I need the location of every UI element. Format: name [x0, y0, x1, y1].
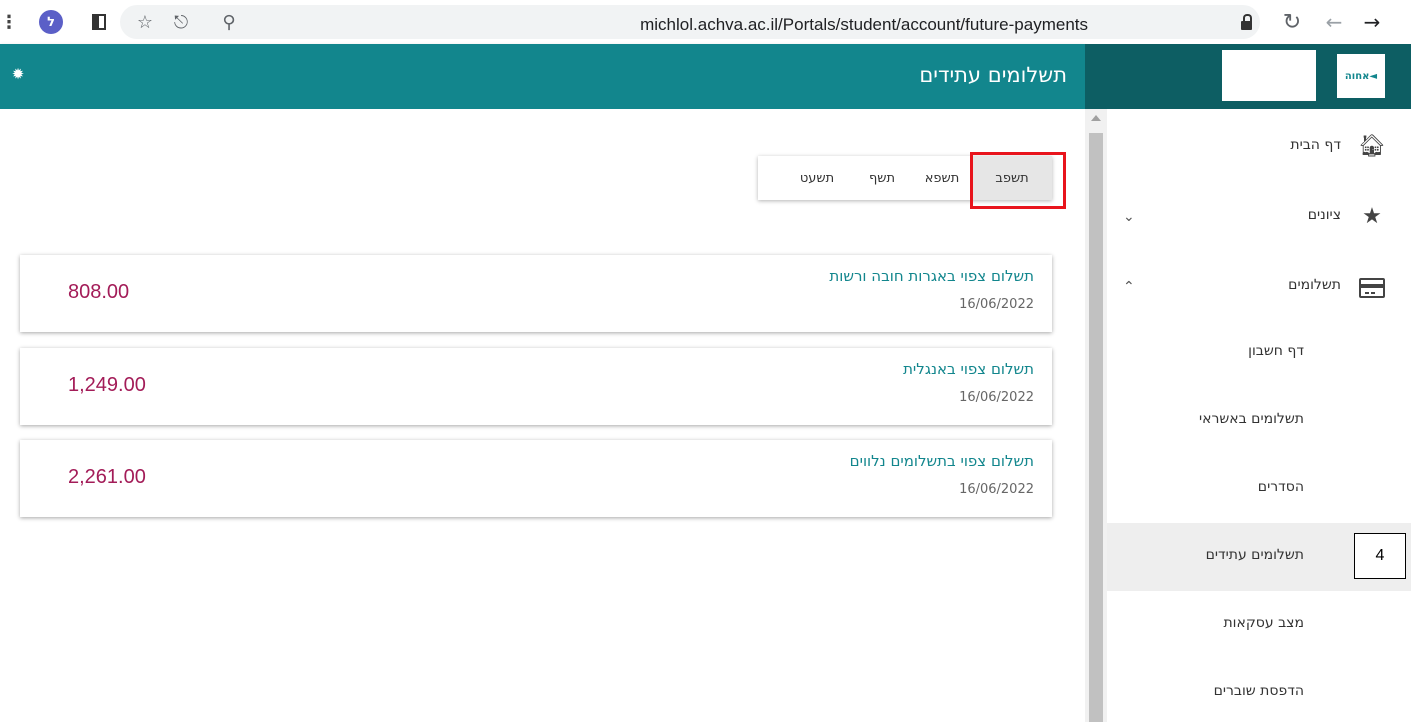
address-bar[interactable]: michlol.achva.ac.il/Portals/student/acco…	[120, 5, 1260, 39]
gear-icon[interactable]: ✹	[10, 65, 26, 83]
sidebar-subitem-label: דף חשבון	[1248, 343, 1304, 359]
payment-date: 16/06/2022	[959, 390, 1034, 405]
extension-badge: ל	[39, 10, 63, 34]
sidebar-subitem-label: מצב עסקאות	[1223, 615, 1304, 631]
side-panel-icon[interactable]	[88, 8, 110, 36]
scroll-thumb[interactable]	[1089, 133, 1103, 722]
payment-card[interactable]: תשלום צפוי בתשלומים נלווים 16/06/2022 2,…	[20, 440, 1052, 517]
payment-title: תשלום צפוי בתשלומים נלווים	[849, 452, 1034, 470]
payment-title: תשלום צפוי באנגלית	[903, 360, 1034, 378]
credit-card-icon	[1359, 275, 1385, 301]
zoom-icon[interactable]: ⚲	[218, 8, 240, 36]
star-icon: ★	[1362, 203, 1382, 229]
lock-icon[interactable]	[1236, 8, 1256, 36]
user-info-box	[1222, 50, 1316, 101]
sidebar-subitem[interactable]: דף חשבון	[1107, 319, 1411, 387]
sidebar-item-home[interactable]: 🏠︎ דף הבית	[1107, 109, 1411, 181]
payment-amount: 808.00	[68, 281, 130, 303]
header-bar: ✹ תשלומים עתידים	[0, 44, 1085, 109]
sidebar-item-grades[interactable]: ★ ציונים ⌄	[1107, 181, 1411, 253]
browser-toolbar: ⋮ ל michlol.achva.ac.il/Portals/student/…	[0, 0, 1411, 44]
highlight-annotation	[970, 152, 1066, 209]
sidebar: 🏠︎ דף הבית ★ ציונים ⌄ תשלומים ⌃ דף חשבון…	[1107, 109, 1411, 722]
home-icon: 🏠︎	[1358, 133, 1386, 159]
bookmark-star-icon[interactable]: ☆	[134, 8, 156, 36]
sidebar-subitem-label: תשלומים עתידים	[1205, 547, 1304, 563]
sidebar-item-payments[interactable]: תשלומים ⌃	[1107, 253, 1411, 325]
share-icon[interactable]: ⎋	[170, 8, 192, 36]
main-content: תשפב תשפא תשף תשעט תשלום צפוי באגרות חוב…	[0, 109, 1085, 722]
sidebar-header: אחוה◄	[1085, 44, 1411, 109]
payment-amount: 1,249.00	[68, 374, 146, 396]
url-text[interactable]: michlol.achva.ac.il/Portals/student/acco…	[640, 15, 1088, 35]
payment-card[interactable]: תשלום צפוי באנגלית 16/06/2022 1,249.00	[20, 348, 1052, 425]
sidebar-subitem[interactable]: הדפסת שוברים	[1107, 659, 1411, 727]
payment-amount: 2,261.00	[68, 466, 146, 488]
sidebar-item-label: תשלומים	[1288, 277, 1341, 293]
sidebar-subitem[interactable]: תשלומים באשראי	[1107, 387, 1411, 455]
sidebar-item-label: דף הבית	[1290, 137, 1341, 153]
logo[interactable]: אחוה◄	[1337, 54, 1385, 98]
tab-year-3[interactable]: תשף	[852, 156, 912, 200]
chevron-up-icon[interactable]: ⌃	[1123, 279, 1135, 295]
payment-date: 16/06/2022	[959, 482, 1034, 497]
sidebar-subitem[interactable]: הסדרים	[1107, 455, 1411, 523]
sidebar-subitem[interactable]: מצב עסקאות	[1107, 591, 1411, 659]
tab-year-2[interactable]: תשפא	[912, 156, 972, 200]
menu-kebab-icon[interactable]: ⋮	[0, 8, 18, 36]
forward-arrow-icon[interactable]: →	[1360, 8, 1384, 36]
page-title: תשלומים עתידים	[919, 63, 1067, 87]
sidebar-subitem-label: תשלומים באשראי	[1198, 411, 1304, 427]
sidebar-subitem-label: הסדרים	[1257, 479, 1304, 495]
sidebar-item-label: ציונים	[1307, 207, 1341, 223]
reload-icon[interactable]: ↻	[1280, 8, 1304, 36]
back-arrow-icon[interactable]: ←	[1322, 8, 1346, 36]
app-header: ✹ תשלומים עתידים אחוה◄	[0, 44, 1411, 109]
chevron-down-icon[interactable]: ⌄	[1123, 209, 1135, 225]
scroll-up-arrow-icon[interactable]	[1091, 115, 1101, 121]
tab-year-4[interactable]: תשעט	[782, 156, 852, 200]
payment-date: 16/06/2022	[959, 297, 1034, 312]
scrollbar[interactable]	[1085, 109, 1107, 722]
annotation-number-box: 4	[1354, 533, 1406, 579]
extension-icon[interactable]: ל	[38, 8, 64, 36]
sidebar-subitem-label: הדפסת שוברים	[1213, 683, 1304, 699]
payment-card[interactable]: תשלום צפוי באגרות חובה ורשות 16/06/2022 …	[20, 255, 1052, 332]
payment-title: תשלום צפוי באגרות חובה ורשות	[829, 267, 1034, 285]
